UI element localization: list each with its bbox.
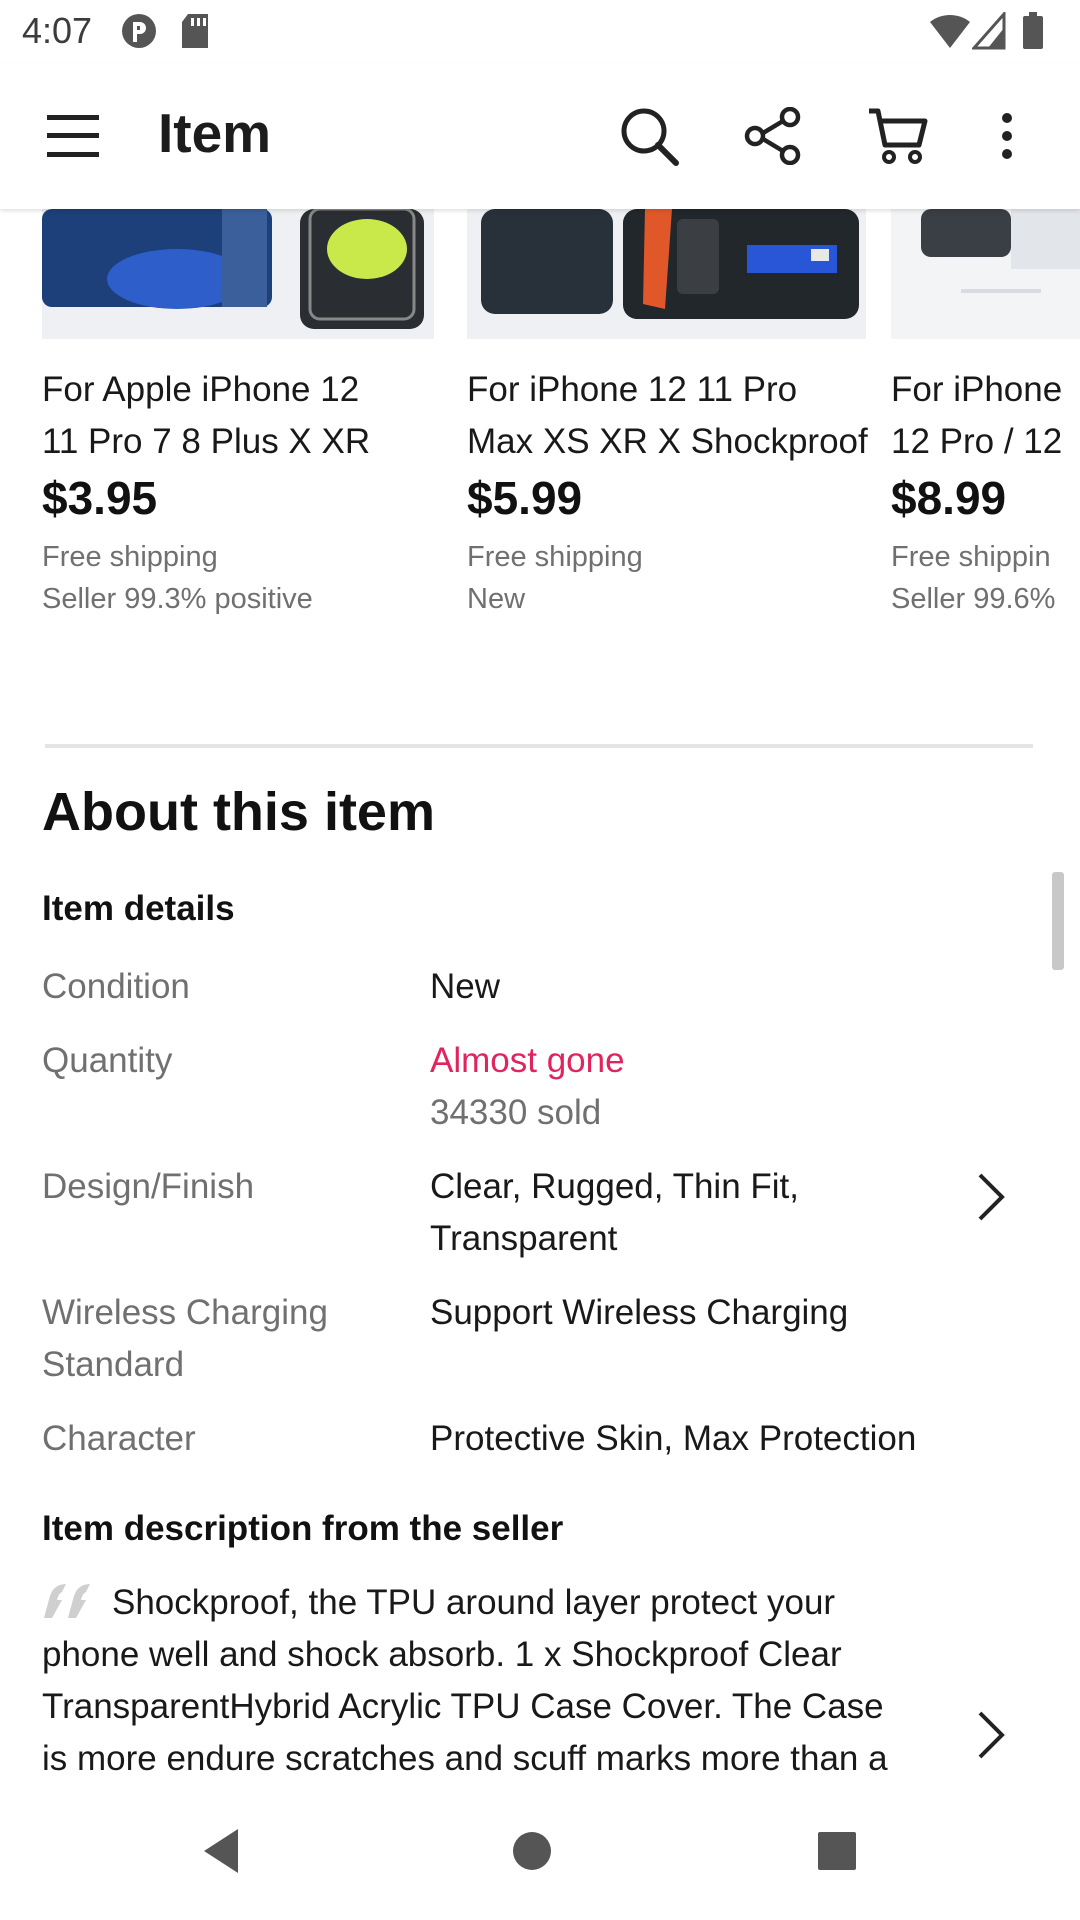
similar-item-title: For iPhone 12 11 Pro Max XS XR X Shockpr… (467, 370, 868, 461)
share-icon (744, 106, 802, 170)
character-value: Protective Skin, Max Protection (430, 1419, 917, 1458)
condition-value: New (430, 967, 501, 1006)
cart-icon (867, 107, 929, 170)
scrollbar-thumb[interactable] (1052, 872, 1064, 970)
chevron-right-icon (970, 1173, 1010, 1231)
app-bar: Item (0, 63, 1080, 209)
design-finish-label: Design/Finish (42, 1167, 255, 1206)
search-icon (618, 105, 680, 172)
share-button[interactable] (728, 93, 818, 183)
menu-button[interactable] (28, 93, 118, 183)
wireless-charging-label-cont: Standard (42, 1345, 185, 1384)
signal-icon (970, 10, 1006, 55)
system-navigation-bar (0, 1786, 1080, 1920)
description-title: Item description from the seller (42, 1509, 564, 1548)
similar-item-price: $3.95 (42, 472, 158, 524)
page-title: Item (158, 102, 272, 164)
product-image (891, 209, 1080, 339)
similar-item-condition: New (467, 583, 526, 615)
sold-count: 34330 sold (430, 1093, 602, 1132)
search-button[interactable] (604, 93, 694, 183)
similar-item-seller: Seller 99.3% positive (42, 583, 313, 615)
similar-item-card[interactable]: For Apple iPhone 12 11 Pro 7 8 Plus X XR… (42, 209, 452, 619)
more-vert-icon (1000, 112, 1014, 165)
cart-button[interactable] (853, 93, 943, 183)
similar-item-shipping: Free shipping (42, 541, 218, 573)
design-finish-expand-button[interactable] (970, 1167, 1010, 1227)
back-triangle-icon (198, 1827, 246, 1880)
about-item-title: About this item (42, 782, 435, 842)
similar-item-seller: Seller 99.6% (891, 583, 1056, 615)
sd-card-icon (180, 12, 210, 55)
description-expand-button[interactable] (970, 1705, 1010, 1765)
similar-item-title: For iPhone 12 Pro / 12 (891, 370, 1063, 461)
home-button[interactable] (492, 1813, 572, 1893)
battery-icon (1022, 12, 1044, 55)
similar-item-card[interactable]: For iPhone 12 11 Pro Max XS XR X Shockpr… (467, 209, 877, 619)
home-circle-icon (512, 1831, 552, 1876)
similar-item-price: $5.99 (467, 472, 583, 524)
chevron-right-icon (970, 1711, 1010, 1769)
product-image (42, 209, 434, 339)
status-bar: 4:07 (0, 0, 1080, 63)
more-options-button[interactable] (962, 93, 1052, 183)
wifi-icon (928, 12, 972, 55)
wireless-charging-value: Support Wireless Charging (430, 1293, 849, 1332)
similar-item-price: $8.99 (891, 472, 1007, 524)
wireless-charging-label: Wireless Charging (42, 1293, 328, 1332)
back-button[interactable] (182, 1813, 262, 1893)
design-finish-value[interactable]: Clear, Rugged, Thin Fit, (430, 1161, 799, 1213)
seller-description[interactable]: Shockproof, the TPU around layer protect… (42, 1577, 942, 1777)
condition-label: Condition (42, 967, 190, 1006)
recents-button[interactable] (797, 1813, 877, 1893)
menu-icon (45, 112, 101, 165)
similar-item-shipping: Free shipping (467, 541, 643, 573)
character-label: Character (42, 1419, 196, 1458)
similar-item-card[interactable]: For iPhone 12 Pro / 12 $8.99 Free shippi… (891, 209, 1080, 619)
app-notification-icon (120, 12, 158, 55)
similar-item-title: For Apple iPhone 12 11 Pro 7 8 Plus X XR (42, 370, 371, 461)
recents-square-icon (817, 1831, 857, 1876)
quantity-label: Quantity (42, 1041, 173, 1080)
product-image (467, 209, 866, 339)
item-content: For Apple iPhone 12 11 Pro 7 8 Plus X XR… (0, 209, 1080, 1786)
status-time: 4:07 (22, 10, 93, 51)
similar-item-shipping: Free shippin (891, 541, 1051, 573)
quote-icon (42, 1581, 94, 1618)
quantity-status: Almost gone (430, 1041, 625, 1080)
section-divider (45, 744, 1033, 748)
design-finish-value-cont[interactable]: Transparent (430, 1213, 617, 1265)
similar-items-carousel[interactable]: For Apple iPhone 12 11 Pro 7 8 Plus X XR… (0, 209, 1080, 619)
item-details-title: Item details (42, 889, 235, 928)
